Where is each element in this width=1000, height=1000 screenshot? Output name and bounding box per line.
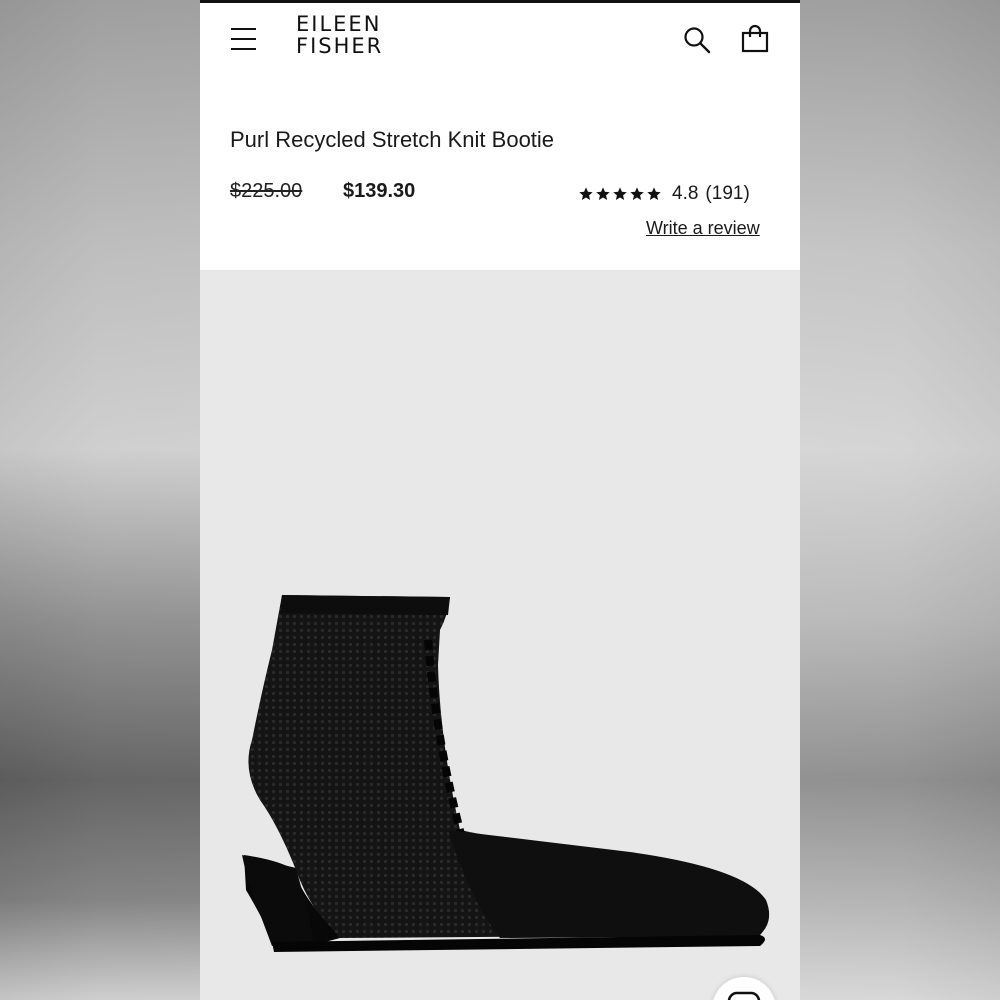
star-icon — [613, 187, 627, 200]
star-icon — [579, 187, 593, 200]
site-header: EILEEN FISHER — [200, 3, 800, 83]
blurred-side-right — [800, 0, 1000, 1000]
rating-count: (191) — [705, 183, 750, 204]
star-icon — [630, 187, 644, 200]
write-review-link[interactable]: Write a review — [646, 218, 760, 239]
original-price: $225.00 — [230, 180, 303, 202]
brand-logo[interactable]: EILEEN FISHER — [296, 13, 383, 57]
product-rating[interactable]: 4.8 (191) — [578, 183, 750, 205]
sale-price: $139.30 — [343, 180, 416, 202]
brand-line-2: FISHER — [296, 34, 384, 58]
star-icon — [647, 187, 661, 200]
mobile-page: EILEEN FISHER Purl Recycled Stretch Knit… — [200, 0, 800, 1000]
shopping-bag-icon[interactable] — [740, 24, 770, 54]
blurred-side-left — [0, 0, 200, 1000]
star-icon — [596, 187, 610, 200]
brand-line-1: EILEEN — [296, 12, 382, 36]
menu-icon[interactable] — [231, 28, 256, 50]
product-title: Purl Recycled Stretch Knit Bootie — [230, 127, 555, 152]
rating-value: 4.8 — [672, 183, 699, 204]
black-knit-ankle-bootie-image — [242, 595, 770, 952]
chat-icon — [727, 991, 761, 1000]
product-image[interactable] — [200, 270, 800, 1000]
rating-stars — [578, 186, 662, 202]
search-icon[interactable] — [682, 25, 712, 55]
